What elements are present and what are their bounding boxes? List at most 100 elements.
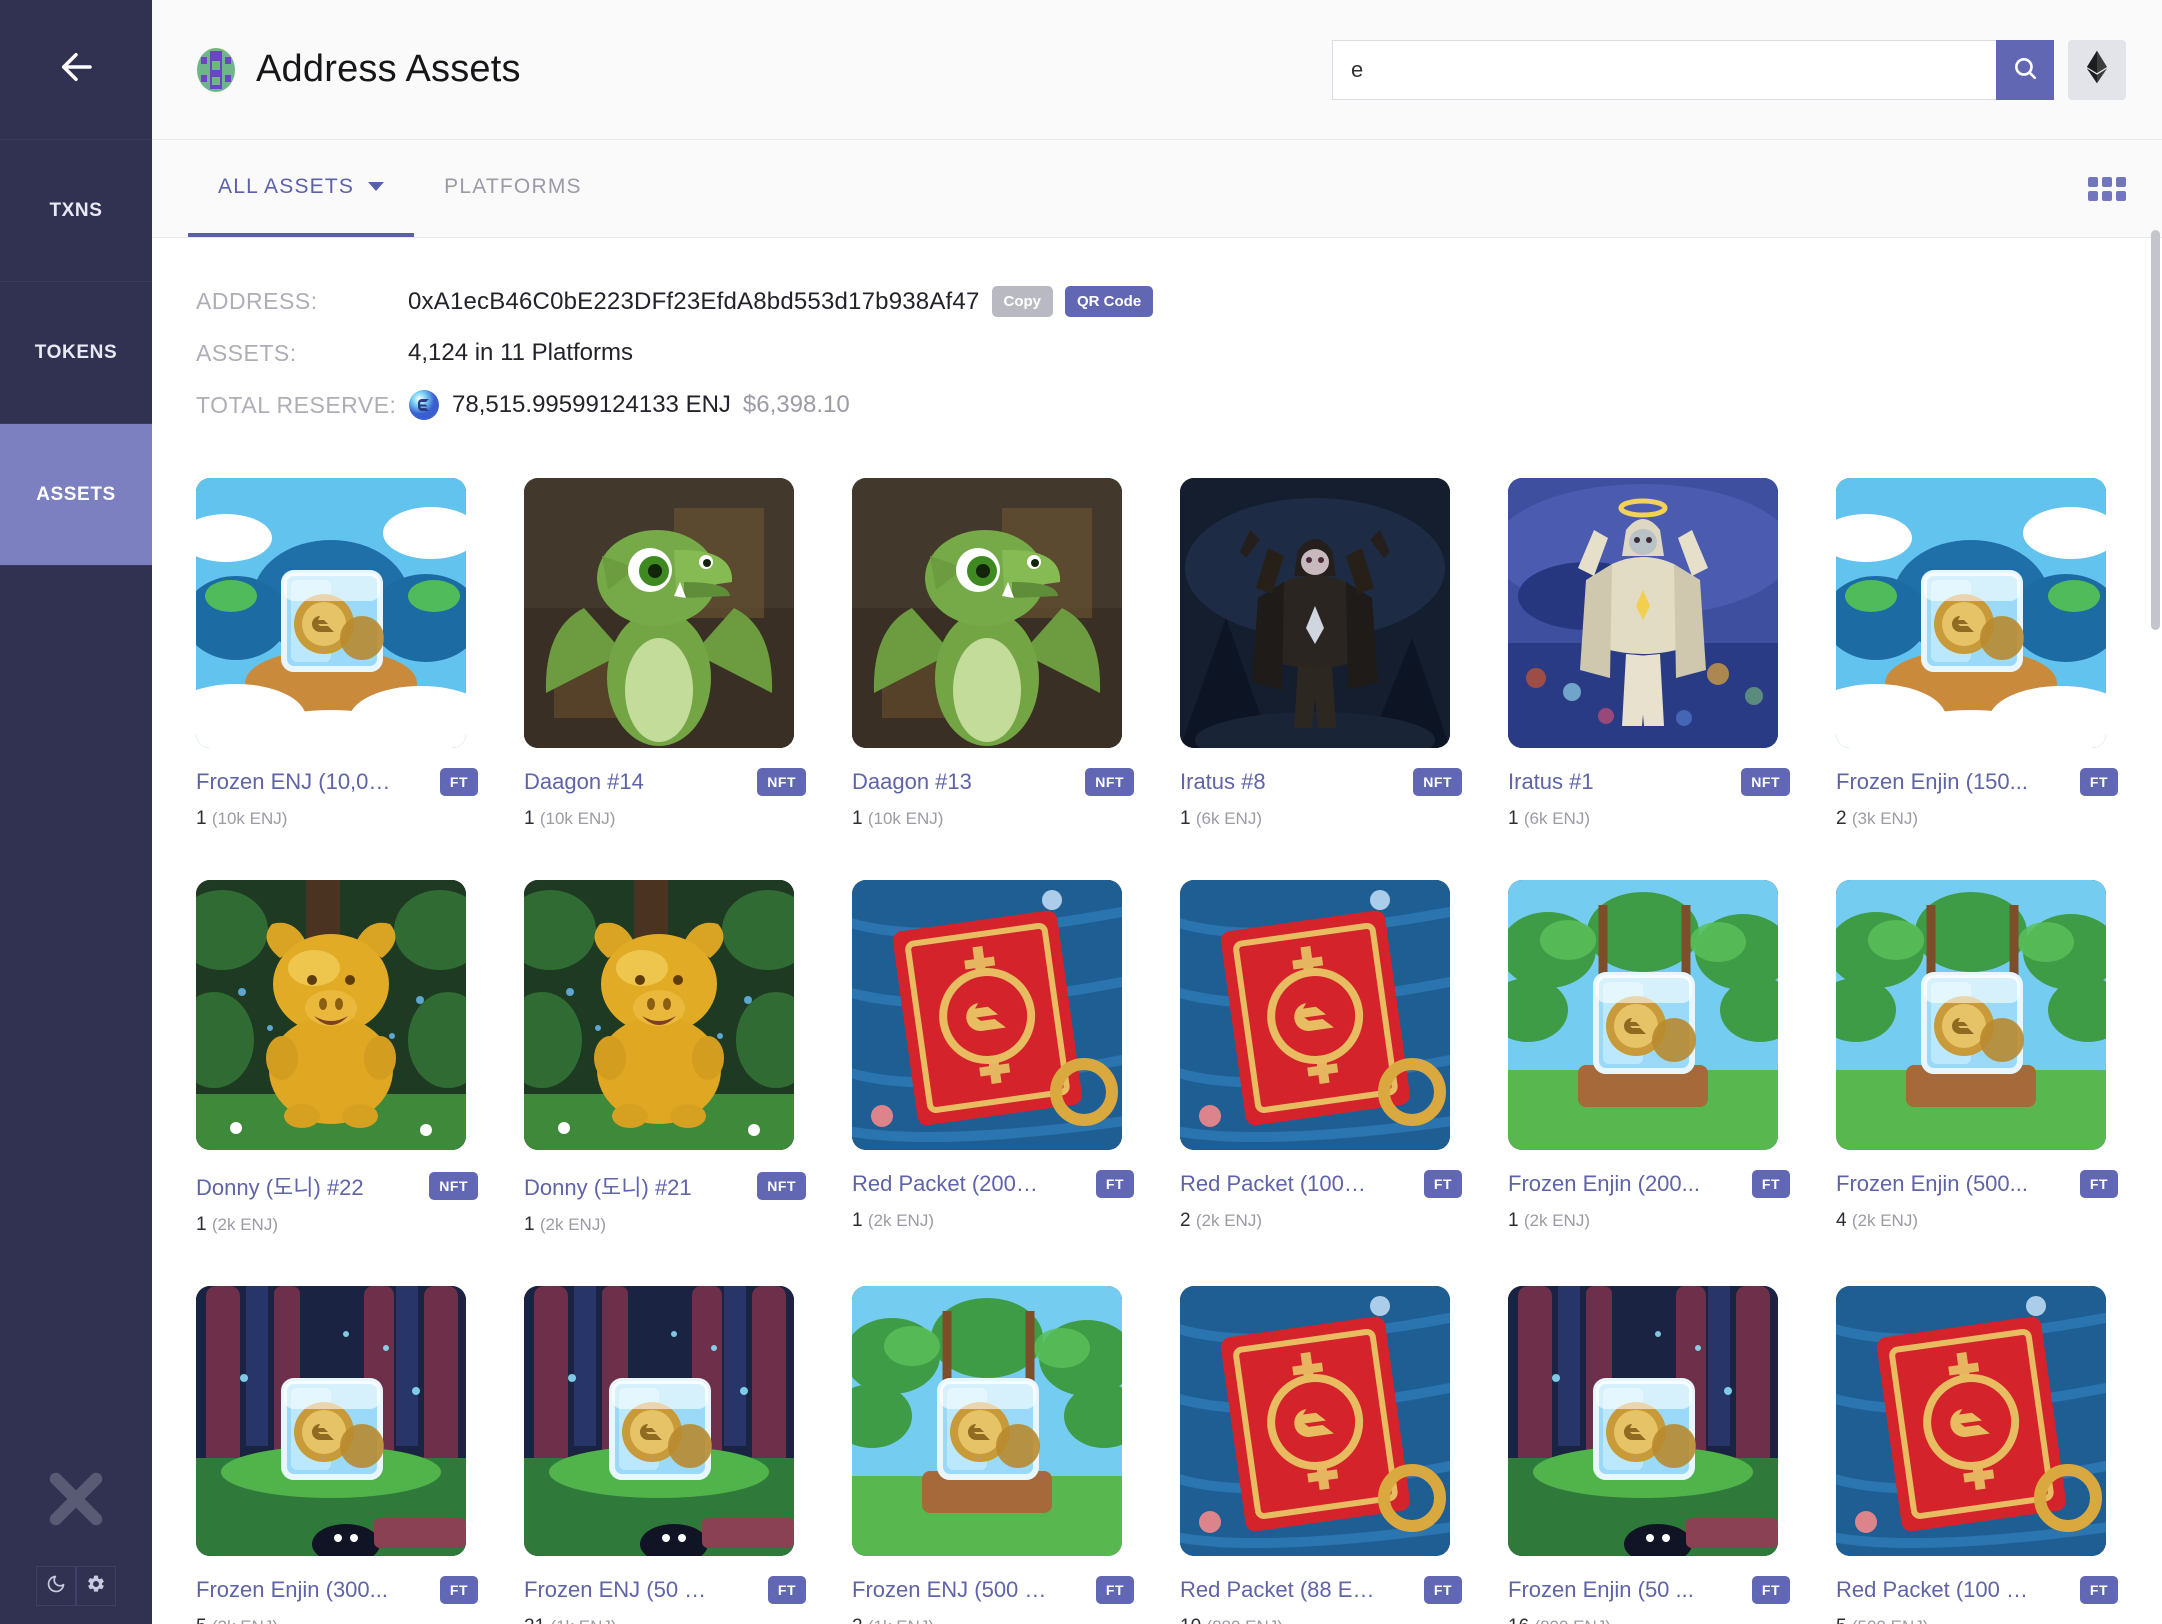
asset-thumbnail[interactable]: [524, 478, 794, 748]
asset-count-line: 1 (10k ENJ): [524, 808, 806, 830]
asset-type-badge: FT: [439, 768, 478, 796]
asset-thumbnail[interactable]: [196, 1286, 466, 1556]
asset-meta: Frozen Enjin (50 ... FT 16 (800 ENJ): [1508, 1576, 1790, 1624]
asset-meta: Red Packet (88 ENJ) FT 10 (880 ENJ): [1180, 1576, 1462, 1624]
asset-type-badge: FT: [2079, 1576, 2118, 1604]
asset-card[interactable]: Frozen ENJ (10,00... FT 1 (10k ENJ): [196, 478, 478, 830]
copy-button[interactable]: Copy: [991, 286, 1054, 317]
asset-count: 1: [852, 1210, 863, 1231]
asset-type-badge: NFT: [429, 1172, 478, 1200]
asset-value: (1k ENJ): [550, 1617, 616, 1624]
address-info-panel: ADDRESS: 0xA1ecB46C0bE223DFf23EfdA8bd553…: [152, 238, 2162, 466]
asset-count-line: 21 (1k ENJ): [524, 1616, 806, 1624]
asset-thumbnail[interactable]: [1836, 880, 2106, 1150]
asset-type-badge: FT: [1095, 1170, 1134, 1198]
x-logo-icon: [40, 1463, 112, 1540]
asset-name: Red Packet (88 ENJ): [1180, 1577, 1376, 1602]
asset-card[interactable]: Red Packet (100 ENJ) FT 5 (500 ENJ): [1836, 1286, 2118, 1624]
chain-selector-button[interactable]: [2068, 39, 2126, 100]
asset-value: (1k ENJ): [868, 1617, 934, 1624]
grid-view-icon[interactable]: [2088, 140, 2126, 237]
asset-card[interactable]: Red Packet (2000 ... FT 1 (2k ENJ): [852, 880, 1134, 1236]
asset-card[interactable]: Frozen Enjin (150... FT 2 (3k ENJ): [1836, 478, 2118, 830]
asset-thumbnail[interactable]: [524, 880, 794, 1150]
asset-card[interactable]: Frozen Enjin (50 ... FT 16 (800 ENJ): [1508, 1286, 1790, 1624]
asset-card[interactable]: Donny (도니) #22 NFT 1 (2k ENJ): [196, 880, 478, 1236]
asset-count-line: 1 (2k ENJ): [196, 1214, 478, 1236]
asset-type-badge: FT: [439, 1576, 478, 1604]
asset-thumbnail[interactable]: [1508, 478, 1778, 748]
asset-card[interactable]: Iratus #8 NFT 1 (6k ENJ): [1180, 478, 1462, 830]
search-input[interactable]: [1332, 39, 1996, 100]
asset-value: (6k ENJ): [1195, 809, 1262, 828]
asset-type-badge: FT: [2079, 768, 2118, 796]
dark-mode-toggle[interactable]: [36, 1566, 76, 1606]
tab-all-assets[interactable]: ALL ASSETS: [188, 140, 415, 237]
asset-count-line: 1 (10k ENJ): [196, 808, 478, 830]
asset-card[interactable]: Frozen ENJ (500 ENJ) FT 2 (1k ENJ): [852, 1286, 1134, 1624]
asset-card[interactable]: Frozen ENJ (50 ENJ) FT 21 (1k ENJ): [524, 1286, 806, 1624]
asset-count-line: 10 (880 ENJ): [1180, 1616, 1462, 1624]
asset-count: 1: [524, 808, 535, 829]
asset-count-line: 1 (10k ENJ): [852, 808, 1134, 830]
sidebar-item-label: ASSETS: [36, 483, 116, 505]
asset-thumbnail[interactable]: [1836, 478, 2106, 748]
asset-count-line: 2 (1k ENJ): [852, 1616, 1134, 1624]
back-button[interactable]: [0, 0, 152, 140]
asset-thumbnail[interactable]: [852, 1286, 1122, 1556]
asset-thumbnail[interactable]: [196, 880, 466, 1150]
asset-grid-scroll[interactable]: Frozen ENJ (10,00... FT 1 (10k ENJ) Daagon…: [152, 434, 2162, 1624]
app-root: TXNS TOKENS ASSETS Address Assets e ALL …: [0, 0, 2162, 1624]
asset-type-badge: FT: [1423, 1170, 1462, 1198]
asset-type-badge: FT: [1095, 1576, 1134, 1604]
asset-count: 21: [524, 1616, 545, 1624]
asset-card[interactable]: Daagon #14 NFT 1 (10k ENJ): [524, 478, 806, 830]
asset-thumbnail[interactable]: [852, 478, 1122, 748]
asset-card[interactable]: Frozen Enjin (300... FT 5 (2k ENJ): [196, 1286, 478, 1624]
asset-value: (6k ENJ): [1523, 809, 1590, 828]
asset-thumbnail[interactable]: [852, 880, 1122, 1150]
asset-name: Frozen Enjin (500...: [1836, 1171, 2028, 1196]
asset-thumbnail[interactable]: [1180, 880, 1450, 1150]
asset-type-badge: FT: [1751, 1576, 1790, 1604]
asset-thumbnail[interactable]: [196, 478, 466, 748]
asset-card[interactable]: Iratus #1 NFT 1 (6k ENJ): [1508, 478, 1790, 830]
settings-button[interactable]: [76, 1566, 116, 1606]
asset-thumbnail[interactable]: [1508, 880, 1778, 1150]
asset-value: (2k ENJ): [867, 1211, 934, 1230]
tab-platforms[interactable]: PLATFORMS: [414, 140, 612, 237]
sidebar-footer: [0, 1463, 152, 1624]
asset-type-badge: NFT: [1741, 768, 1790, 796]
asset-value: (2k ENJ): [212, 1617, 278, 1624]
asset-name: Red Packet (2000 ...: [852, 1171, 1048, 1196]
asset-name: Red Packet (100 ENJ): [1836, 1577, 2032, 1602]
asset-card[interactable]: Frozen Enjin (200... FT 1 (2k ENJ): [1508, 880, 1790, 1236]
asset-thumbnail[interactable]: [1508, 1286, 1778, 1556]
sidebar-item-tokens[interactable]: TOKENS: [0, 282, 152, 424]
sidebar-item-assets[interactable]: ASSETS: [0, 424, 152, 566]
asset-thumbnail[interactable]: [1836, 1286, 2106, 1556]
asset-card[interactable]: Red Packet (1000 ... FT 2 (2k ENJ): [1180, 880, 1462, 1236]
asset-count-line: 4 (2k ENJ): [1836, 1210, 2118, 1232]
asset-count-line: 1 (2k ENJ): [852, 1210, 1134, 1232]
asset-thumbnail[interactable]: [1180, 478, 1450, 748]
search-button[interactable]: [1996, 39, 2054, 100]
main-content: Address Assets e ALL ASSETS PLATFORMS AD…: [152, 0, 2162, 1624]
total-reserve-value: 78,515.99599124133 ENJ: [452, 391, 731, 418]
asset-value: (10k ENJ): [211, 809, 288, 828]
asset-value: (2k ENJ): [539, 1215, 606, 1234]
asset-thumbnail[interactable]: [524, 1286, 794, 1556]
qr-code-button[interactable]: QR Code: [1065, 286, 1154, 317]
asset-count: 16: [1508, 1616, 1529, 1624]
asset-card[interactable]: Daagon #13 NFT 1 (10k ENJ): [852, 478, 1134, 830]
vertical-scrollbar[interactable]: [2151, 230, 2160, 630]
sidebar-item-txns[interactable]: TXNS: [0, 140, 152, 282]
identicon-icon: [196, 47, 236, 93]
asset-card[interactable]: Frozen Enjin (500... FT 4 (2k ENJ): [1836, 880, 2118, 1236]
address-label: ADDRESS:: [196, 288, 318, 314]
asset-count: 1: [524, 1214, 535, 1235]
asset-card[interactable]: Red Packet (88 ENJ) FT 10 (880 ENJ): [1180, 1286, 1462, 1624]
asset-card[interactable]: Donny (도니) #21 NFT 1 (2k ENJ): [524, 880, 806, 1236]
asset-thumbnail[interactable]: [1180, 1286, 1450, 1556]
enjin-coin-icon: [408, 389, 440, 421]
